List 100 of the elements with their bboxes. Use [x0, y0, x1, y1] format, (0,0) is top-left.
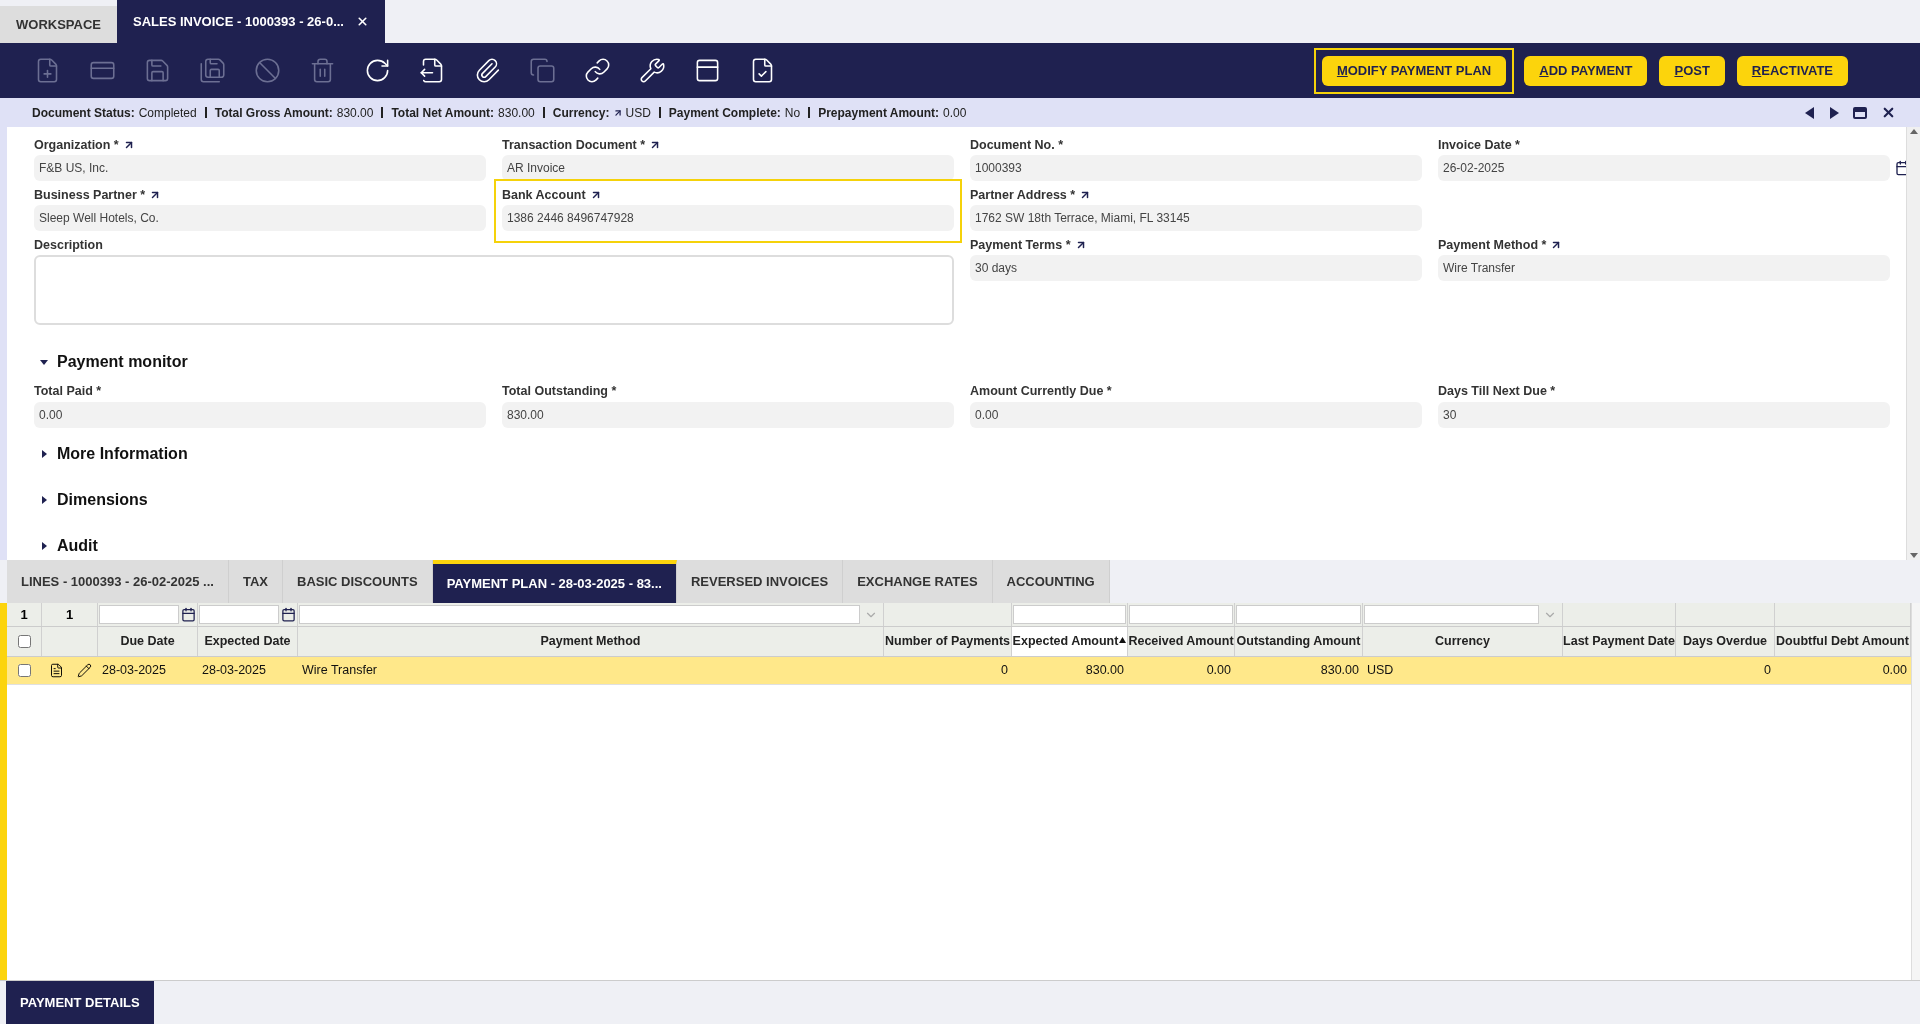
field-label: Partner Address * [970, 186, 1076, 204]
field-label: Invoice Date * [1438, 136, 1520, 154]
calendar-icon[interactable] [181, 607, 196, 622]
status-value: 0.00 [943, 104, 967, 122]
column-header[interactable]: Currency [1363, 632, 1562, 651]
caret-right-icon [40, 450, 48, 458]
row-checkbox[interactable] [18, 664, 31, 677]
scrollbar-track[interactable] [1911, 603, 1920, 980]
status-label: Payment Complete: [668, 104, 781, 122]
filter-field[interactable] [1129, 605, 1233, 624]
column-header[interactable]: Due Date [98, 632, 197, 651]
caret-down-icon [40, 358, 48, 366]
field-label: Payment Method * [1438, 236, 1547, 254]
document-icon[interactable] [48, 663, 64, 678]
input-field[interactable]: 0.00 [34, 402, 486, 428]
filter-count: 1 [19, 605, 29, 624]
scroll-up-icon[interactable] [1909, 129, 1918, 134]
status-label: Total Gross Amount: [214, 104, 333, 122]
column-header[interactable]: Payment Method [298, 632, 883, 651]
status-label: Total Net Amount: [391, 104, 495, 122]
table-cell-text: 830.00 [1319, 662, 1359, 680]
status-value: 830.00 [336, 104, 374, 122]
column-header[interactable]: Outstanding Amount [1235, 632, 1362, 651]
field-label: Description [34, 236, 103, 254]
input-field[interactable]: Sleep Well Hotels, Co. [34, 205, 486, 231]
maximize-icon[interactable] [1853, 106, 1867, 119]
action-button[interactable]: ADD PAYMENT [1524, 55, 1648, 86]
table-cell-text: 830.00 [1084, 662, 1124, 680]
filter-field[interactable] [199, 605, 279, 624]
refresh-icon[interactable] [364, 57, 391, 84]
table-cell-text: 0 [1000, 662, 1008, 680]
input-field[interactable]: 1762 SW 18th Terrace, Miami, FL 33145 [970, 205, 1422, 231]
input-field[interactable]: AR Invoice [502, 155, 954, 181]
link-icon[interactable] [584, 57, 611, 84]
field-label: Total Paid * [34, 383, 103, 400]
input-field[interactable]: F&B US, Inc. [34, 155, 486, 181]
close-icon[interactable] [1881, 105, 1896, 120]
caret-right-icon [40, 542, 48, 550]
previous-icon[interactable] [1805, 106, 1815, 119]
field-label: Business Partner * [34, 186, 146, 204]
scrollbar[interactable] [1906, 127, 1920, 560]
table-cell-text: 0 [1763, 662, 1771, 680]
table-cell-text: Wire Transfer [302, 662, 378, 680]
section-header[interactable]: Audit [34, 534, 1890, 558]
close-icon[interactable] [355, 15, 369, 28]
column-header[interactable]: Received Amount [1128, 632, 1234, 651]
status-label: Document Status: [32, 104, 135, 122]
detail-tab[interactable]: ACCOUNTING [992, 560, 1110, 603]
selected-row-highlight[interactable] [7, 657, 1911, 684]
input-field[interactable]: 30 days [970, 255, 1422, 281]
status-label: Prepayment Amount: [818, 104, 940, 122]
section-header[interactable]: More Information [34, 442, 1890, 466]
status-label: Currency: [552, 104, 610, 122]
action-button[interactable]: POST [1659, 55, 1725, 86]
field-label: Days Till Next Due * [1438, 383, 1557, 400]
input-field[interactable]: 0.00 [970, 402, 1422, 428]
window-tab[interactable]: WORKSPACE [0, 6, 117, 43]
filter-field[interactable] [1236, 605, 1361, 624]
table-cell-text: 28-03-2025 [202, 662, 267, 680]
calendar-icon[interactable] [281, 607, 296, 622]
detail-tab[interactable]: EXCHANGE RATES [843, 560, 993, 603]
input-field[interactable]: 1386 2446 8496747928 [502, 205, 954, 231]
field-label: Total Outstanding * [502, 383, 618, 400]
link-arrow-icon[interactable] [613, 107, 624, 118]
field-label: Payment Terms * [970, 236, 1071, 254]
field-label: Transaction Document * [502, 136, 646, 154]
column-header[interactable]: Days Overdue [1676, 632, 1774, 651]
input-field[interactable]: Wire Transfer [1438, 255, 1890, 281]
next-icon[interactable] [1829, 106, 1839, 119]
column-header[interactable]: Doubtful Debt Amount [1775, 632, 1910, 651]
layout-icon[interactable] [694, 57, 721, 84]
status-value: 830.00 [498, 104, 535, 122]
select-all-checkbox[interactable] [17, 635, 31, 648]
input-field[interactable]: 30 [1438, 402, 1890, 428]
detail-tab[interactable]: REVERSED INVOICES [676, 560, 844, 603]
edit-icon[interactable] [76, 663, 92, 678]
detail-tab[interactable]: TAX [228, 560, 283, 603]
column-header[interactable]: Expected Date [198, 632, 297, 651]
section-header[interactable]: Payment monitor [34, 350, 1890, 374]
field-label: Amount Currently Due * [970, 383, 1113, 400]
window-tab[interactable]: SALES INVOICE - 1000393 - 26-0... [117, 0, 385, 43]
column-header[interactable]: Number of Payments [884, 632, 1011, 651]
description-field[interactable] [34, 255, 954, 325]
detail-tab[interactable]: LINES - 1000393 - 26-02-2025 ... [7, 560, 229, 603]
section-header[interactable]: Dimensions [34, 488, 1890, 512]
status-value: Completed [138, 104, 197, 122]
table-cell-text: 28-03-2025 [102, 662, 167, 680]
filter-field[interactable] [99, 605, 179, 624]
filter-field[interactable] [1013, 605, 1126, 624]
detail-tab[interactable]: PAYMENT DETAILS [6, 981, 154, 1024]
input-field[interactable]: 830.00 [502, 402, 954, 428]
input-field[interactable]: 1000393 [970, 155, 1422, 181]
paperclip-icon[interactable] [474, 57, 501, 84]
tools-icon[interactable] [639, 57, 666, 84]
detail-tab[interactable]: PAYMENT PLAN - 28-03-2025 - 83... [432, 560, 677, 603]
action-button[interactable]: MODIFY PAYMENT PLAN [1321, 55, 1507, 86]
detail-tab[interactable]: BASIC DISCOUNTS [283, 560, 433, 603]
action-button[interactable]: REACTIVATE [1736, 55, 1848, 86]
scroll-down-icon[interactable] [1909, 553, 1918, 558]
column-header[interactable]: Last Payment Date [1563, 632, 1675, 651]
